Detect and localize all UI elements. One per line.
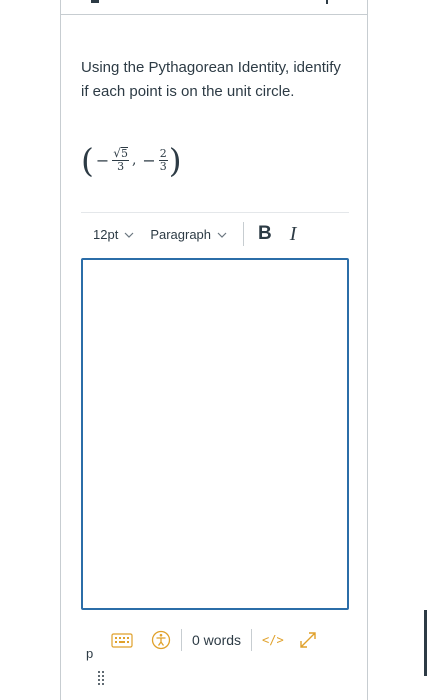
x-radicand: 5 [120, 147, 128, 160]
y-denominator: 3 [159, 159, 167, 173]
block-format-value: Paragraph [150, 226, 212, 242]
x-sign: − [95, 150, 110, 170]
question-prompt: Using the Pythagorean Identity, identify… [81, 59, 341, 100]
square-root: √ 5 [113, 147, 128, 159]
x-fraction: √ 5 3 [112, 147, 129, 173]
y-numerator: 2 [158, 146, 168, 161]
keyboard-shortcuts-icon[interactable] [111, 632, 133, 648]
status-separator [251, 629, 253, 651]
editor-toolbar: 12pt Paragraph B I [81, 216, 349, 252]
editor-status-bar: p 0 words </> [81, 624, 349, 661]
toolbar-separator [243, 222, 245, 246]
chevron-down-icon [217, 227, 227, 242]
right-paren: ) [168, 140, 182, 180]
accessibility-checker-icon[interactable] [151, 630, 171, 650]
point-expression: ( − √ 5 3 , − 2 3 ) [81, 140, 182, 180]
font-size-dropdown[interactable]: 12pt [93, 227, 134, 242]
left-paren: ( [81, 140, 94, 180]
y-fraction: 2 3 [158, 146, 168, 173]
status-separator [181, 629, 182, 651]
x-numerator: √ 5 [112, 147, 129, 161]
italic-button[interactable]: I [290, 223, 297, 246]
chevron-down-icon [124, 227, 134, 242]
bold-button[interactable]: B [258, 223, 272, 245]
element-path[interactable]: p [86, 646, 93, 661]
fullscreen-icon[interactable] [298, 630, 318, 650]
toolbar-top-divider [81, 212, 349, 213]
radical-sign: √ [113, 146, 121, 160]
x-denominator: 3 [117, 160, 125, 173]
resize-handle-icon[interactable] [97, 670, 105, 691]
font-size-value: 12pt [93, 226, 119, 242]
separator-comma: , [131, 152, 137, 168]
question-card: Using the Pythagorean Identity, identify… [60, 0, 368, 700]
header-divider [61, 14, 367, 15]
word-count: 0 words [192, 632, 242, 648]
scrollbar-thumb[interactable] [424, 610, 427, 676]
cropped-header-fragment [91, 0, 99, 3]
block-format-dropdown[interactable]: Paragraph [150, 227, 227, 242]
rich-text-editor[interactable] [81, 258, 349, 610]
y-sign: − [142, 150, 156, 170]
cropped-header-fragment [326, 0, 328, 4]
html-editor-toggle[interactable]: </> [262, 633, 284, 647]
